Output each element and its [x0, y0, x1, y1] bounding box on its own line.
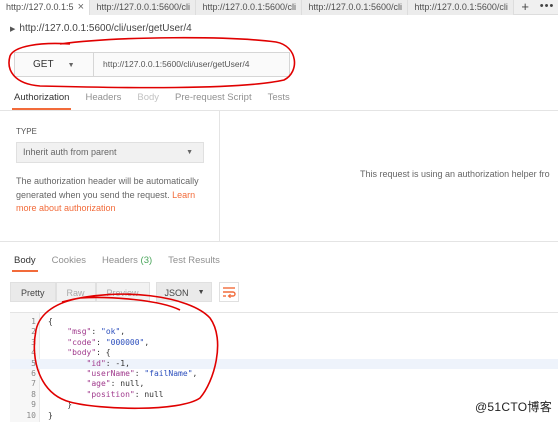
- annotation-overlay: [8, 36, 296, 410]
- annotation-circle-body: [33, 293, 219, 410]
- annotation-circle-url: [8, 36, 296, 89]
